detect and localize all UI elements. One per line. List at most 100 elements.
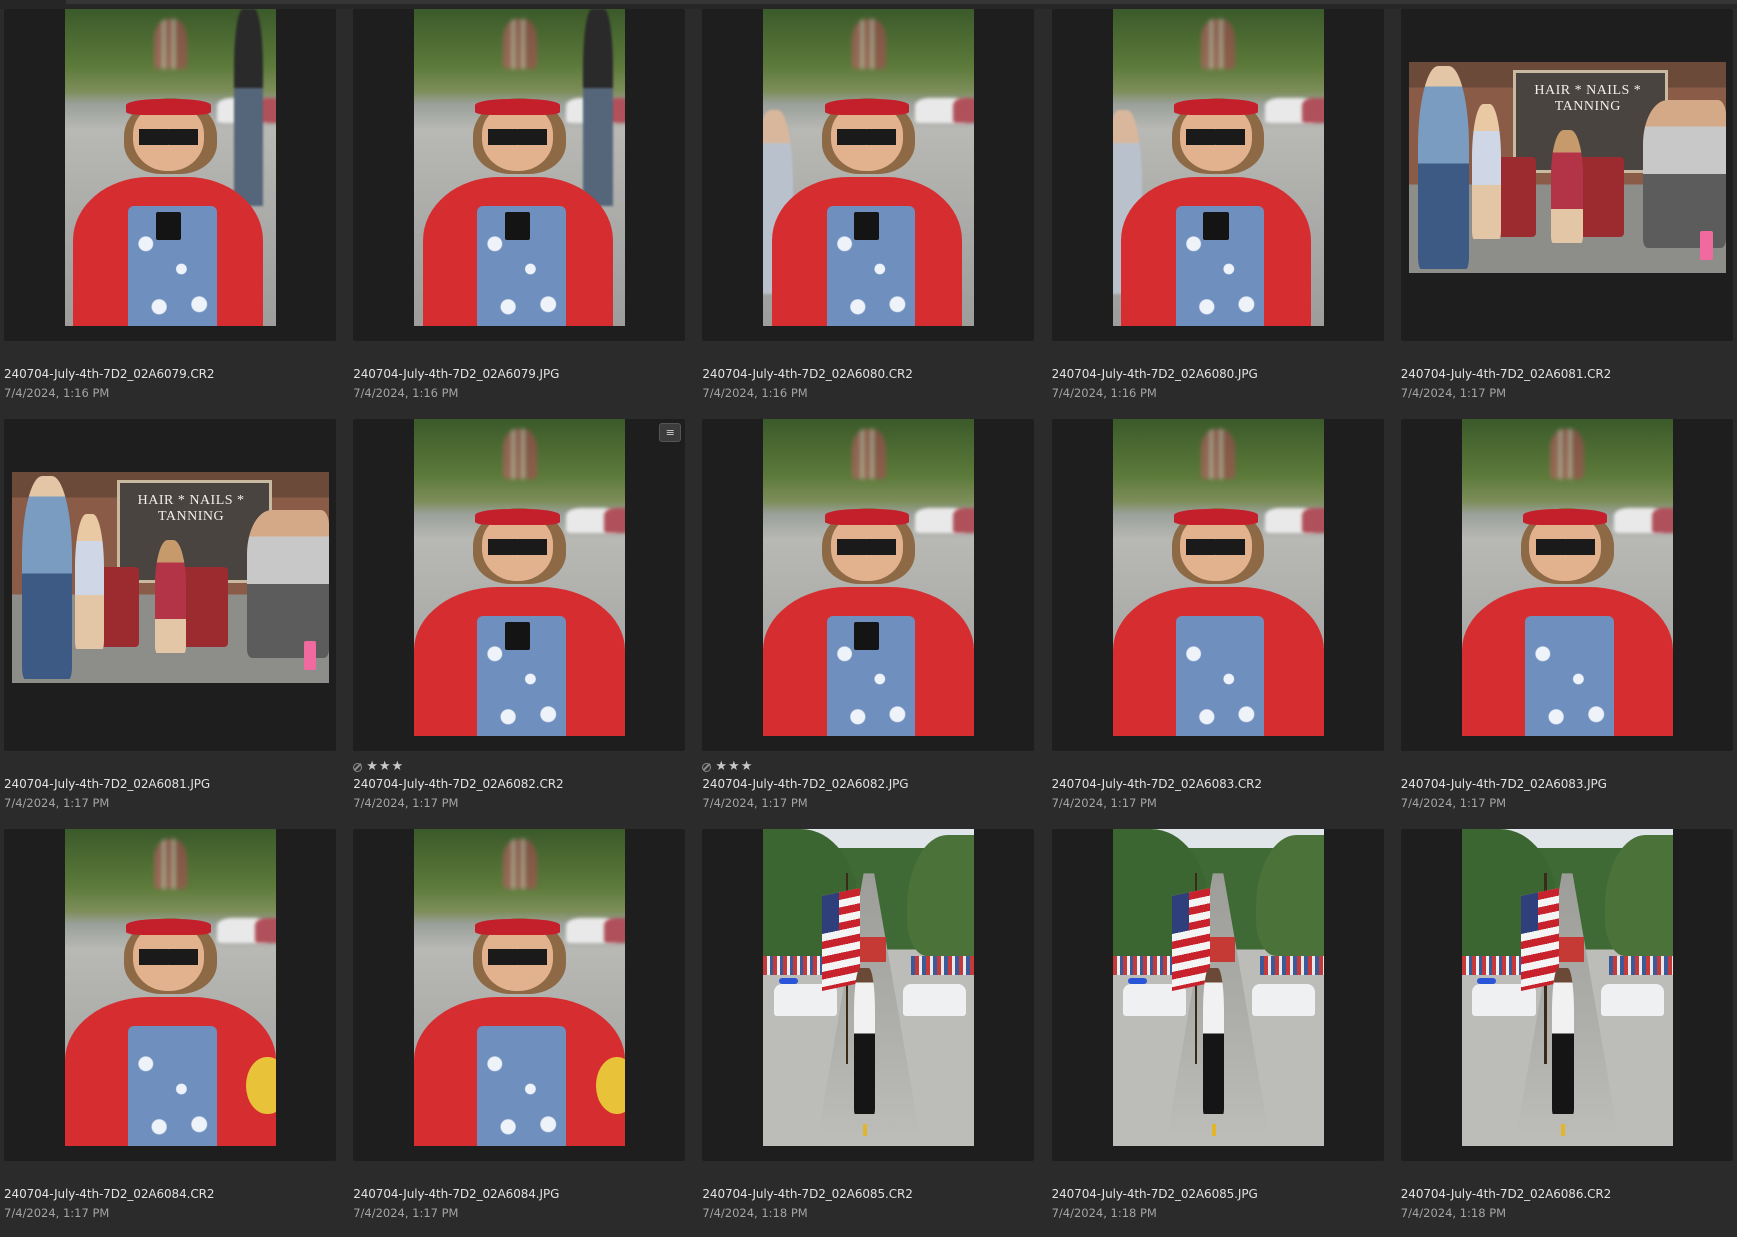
thumbnail-meta: 240704-July-4th-7D2_02A6080.CR2 7/4/2024,… <box>702 343 1034 417</box>
star-icon[interactable]: ★ <box>728 760 740 773</box>
photo-girl-sunglasses <box>763 419 975 736</box>
thumbnail-meta: 240704-July-4th-7D2_02A6084.CR2 7/4/2024,… <box>4 1163 336 1237</box>
thumbnail-frame[interactable] <box>702 9 1035 341</box>
file-name: 240704-July-4th-7D2_02A6083.CR2 <box>1051 777 1262 791</box>
photo-thumbnail[interactable] <box>763 419 975 736</box>
thumbnail-meta: 240704-July-4th-7D2_02A6085.JPG 7/4/2024,… <box>1052 1163 1384 1237</box>
photo-girl-sunglasses <box>414 829 626 1146</box>
file-name: 240704-July-4th-7D2_02A6086.CR2 <box>1400 1187 1612 1201</box>
thumbnail-tile[interactable]: 240704-July-4th-7D2_02A6079.JPG 7/4/2024,… <box>353 9 686 400</box>
photo-girl-sunglasses <box>414 9 626 326</box>
photo-thumbnail[interactable]: HAIR * NAILS * TANNING <box>1408 62 1726 273</box>
photo-girl-sunglasses <box>1461 419 1673 736</box>
thumbnail-frame[interactable] <box>1051 829 1384 1161</box>
star-rating[interactable]: ★ ★ ★ <box>702 760 753 773</box>
thumbnail-meta: 240704-July-4th-7D2_02A6079.JPG 7/4/2024,… <box>353 343 685 417</box>
thumbnail-frame[interactable] <box>353 9 686 341</box>
photo-thumbnail[interactable] <box>1112 419 1324 736</box>
thumbnail-frame[interactable] <box>1051 419 1384 751</box>
photo-thumbnail[interactable] <box>1112 9 1324 326</box>
thumbnail-frame[interactable] <box>1400 829 1733 1161</box>
thumbnail-grid: 240704-July-4th-7D2_02A6079.CR2 7/4/2024,… <box>4 9 1734 1220</box>
photo-thumbnail[interactable] <box>65 9 276 326</box>
store-sign-text: HAIR * NAILS * TANNING <box>137 493 245 525</box>
photo-storefront: HAIR * NAILS * TANNING <box>1408 62 1726 273</box>
thumbnail-frame[interactable]: ≡ <box>353 419 686 751</box>
file-name: 240704-July-4th-7D2_02A6085.CR2 <box>702 1187 913 1201</box>
thumbnail-frame[interactable] <box>4 9 336 341</box>
photo-thumbnail[interactable] <box>1461 419 1673 736</box>
capture-date: 7/4/2024, 1:17 PM <box>4 796 110 810</box>
star-icon[interactable]: ★ <box>379 760 391 773</box>
file-name: 240704-July-4th-7D2_02A6085.JPG <box>1051 1187 1258 1201</box>
photo-girl-sunglasses <box>65 9 276 326</box>
thumbnail-tile[interactable]: 240704-July-4th-7D2_02A6083.JPG 7/4/2024,… <box>1400 419 1733 810</box>
photo-thumbnail[interactable] <box>414 829 626 1146</box>
photo-thumbnail[interactable] <box>763 829 975 1146</box>
thumbnail-meta: 240704-July-4th-7D2_02A6080.JPG 7/4/2024,… <box>1052 343 1384 417</box>
star-icon[interactable]: ★ <box>366 760 378 773</box>
reject-icon[interactable] <box>702 762 712 772</box>
thumbnail-frame[interactable] <box>353 829 686 1161</box>
adjustments-icon[interactable]: ≡ <box>659 423 682 442</box>
capture-date: 7/4/2024, 1:17 PM <box>1400 796 1507 810</box>
photo-thumbnail[interactable] <box>414 9 626 326</box>
thumbnail-tile[interactable]: 240704-July-4th-7D2_02A6079.CR2 7/4/2024,… <box>4 9 336 400</box>
photo-girl-sunglasses <box>414 419 626 736</box>
capture-date: 7/4/2024, 1:18 PM <box>702 1206 808 1220</box>
file-name: 240704-July-4th-7D2_02A6079.JPG <box>353 367 560 381</box>
star-icon[interactable]: ★ <box>741 760 753 773</box>
thumbnail-tile[interactable]: ≡ ★ ★ ★ 240704-July-4th-7D2_02A6082.CR2 7/4/2… <box>353 419 686 810</box>
thumbnail-tile[interactable]: 240704-July-4th-7D2_02A6084.JPG 7/4/2024,… <box>353 829 686 1220</box>
thumbnail-tile[interactable]: 240704-July-4th-7D2_02A6085.CR2 7/4/2024,… <box>702 829 1035 1220</box>
file-name: 240704-July-4th-7D2_02A6082.JPG <box>702 777 909 791</box>
thumbnail-tile[interactable]: ★ ★ ★ 240704-July-4th-7D2_02A6082.JPG 7/4/20… <box>702 419 1035 810</box>
photo-girl-sunglasses <box>763 9 975 326</box>
capture-date: 7/4/2024, 1:17 PM <box>1400 386 1507 400</box>
thumbnail-frame[interactable] <box>1400 419 1733 751</box>
thumbnail-tile[interactable]: 240704-July-4th-7D2_02A6080.JPG 7/4/2024,… <box>1051 9 1384 400</box>
star-icon[interactable]: ★ <box>715 760 727 773</box>
photo-thumbnail[interactable] <box>763 9 975 326</box>
thumbnail-tile[interactable]: 240704-July-4th-7D2_02A6084.CR2 7/4/2024,… <box>4 829 336 1220</box>
thumbnail-meta: 240704-July-4th-7D2_02A6085.CR2 7/4/2024,… <box>702 1163 1034 1237</box>
capture-date: 7/4/2024, 1:17 PM <box>702 796 808 810</box>
thumbnail-frame[interactable] <box>702 829 1035 1161</box>
star-icon[interactable]: ★ <box>392 760 404 773</box>
capture-date: 7/4/2024, 1:16 PM <box>353 386 459 400</box>
thumbnail-tile[interactable]: 240704-July-4th-7D2_02A6080.CR2 7/4/2024,… <box>702 9 1035 400</box>
file-name: 240704-July-4th-7D2_02A6080.CR2 <box>702 367 913 381</box>
file-name: 240704-July-4th-7D2_02A6084.JPG <box>353 1187 560 1201</box>
photo-thumbnail[interactable]: HAIR * NAILS * TANNING <box>12 472 329 683</box>
file-name: 240704-July-4th-7D2_02A6079.CR2 <box>4 367 215 381</box>
star-rating[interactable]: ★ ★ ★ <box>353 760 404 773</box>
thumbnail-meta: ★ ★ ★ 240704-July-4th-7D2_02A6082.CR2 7/4/20… <box>353 753 685 827</box>
photo-thumbnail[interactable] <box>1461 829 1673 1146</box>
thumbnail-frame[interactable]: HAIR * NAILS * TANNING <box>1400 9 1733 341</box>
thumbnail-frame[interactable] <box>4 829 336 1161</box>
thumbnail-tile[interactable]: HAIR * NAILS * TANNING 240704-July-4th-7D… <box>1400 9 1733 400</box>
thumbnail-meta: 240704-July-4th-7D2_02A6079.CR2 7/4/2024,… <box>4 343 336 417</box>
thumbnail-tile[interactable]: 240704-July-4th-7D2_02A6086.CR2 7/4/2024,… <box>1400 829 1733 1220</box>
photo-thumbnail[interactable] <box>65 829 276 1146</box>
capture-date: 7/4/2024, 1:16 PM <box>4 386 110 400</box>
thumbnail-meta: 240704-July-4th-7D2_02A6081.JPG 7/4/2024,… <box>4 753 336 827</box>
thumbnail-meta: 240704-July-4th-7D2_02A6081.CR2 7/4/2024,… <box>1401 343 1733 417</box>
top-scroll-track <box>66 0 1737 4</box>
photo-thumbnail[interactable] <box>414 419 626 736</box>
photo-parade <box>1112 829 1324 1146</box>
file-name: 240704-July-4th-7D2_02A6081.JPG <box>4 777 211 791</box>
file-name: 240704-July-4th-7D2_02A6083.JPG <box>1400 777 1607 791</box>
thumbnail-tile[interactable]: 240704-July-4th-7D2_02A6083.CR2 7/4/2024,… <box>1051 419 1384 810</box>
reject-icon[interactable] <box>353 762 363 772</box>
photo-parade <box>763 829 975 1146</box>
thumbnail-frame[interactable] <box>1051 9 1384 341</box>
thumbnail-tile[interactable]: HAIR * NAILS * TANNING 240704-July-4th-7D… <box>4 419 336 810</box>
photo-girl-sunglasses <box>1112 419 1324 736</box>
photo-thumbnail[interactable] <box>1112 829 1324 1146</box>
thumbnail-frame[interactable] <box>702 419 1035 751</box>
thumbnail-frame[interactable]: HAIR * NAILS * TANNING <box>4 419 336 751</box>
thumbnail-tile[interactable]: 240704-July-4th-7D2_02A6085.JPG 7/4/2024,… <box>1051 829 1384 1220</box>
capture-date: 7/4/2024, 1:18 PM <box>1400 1206 1507 1220</box>
thumbnail-meta: 240704-July-4th-7D2_02A6084.JPG 7/4/2024,… <box>353 1163 685 1237</box>
